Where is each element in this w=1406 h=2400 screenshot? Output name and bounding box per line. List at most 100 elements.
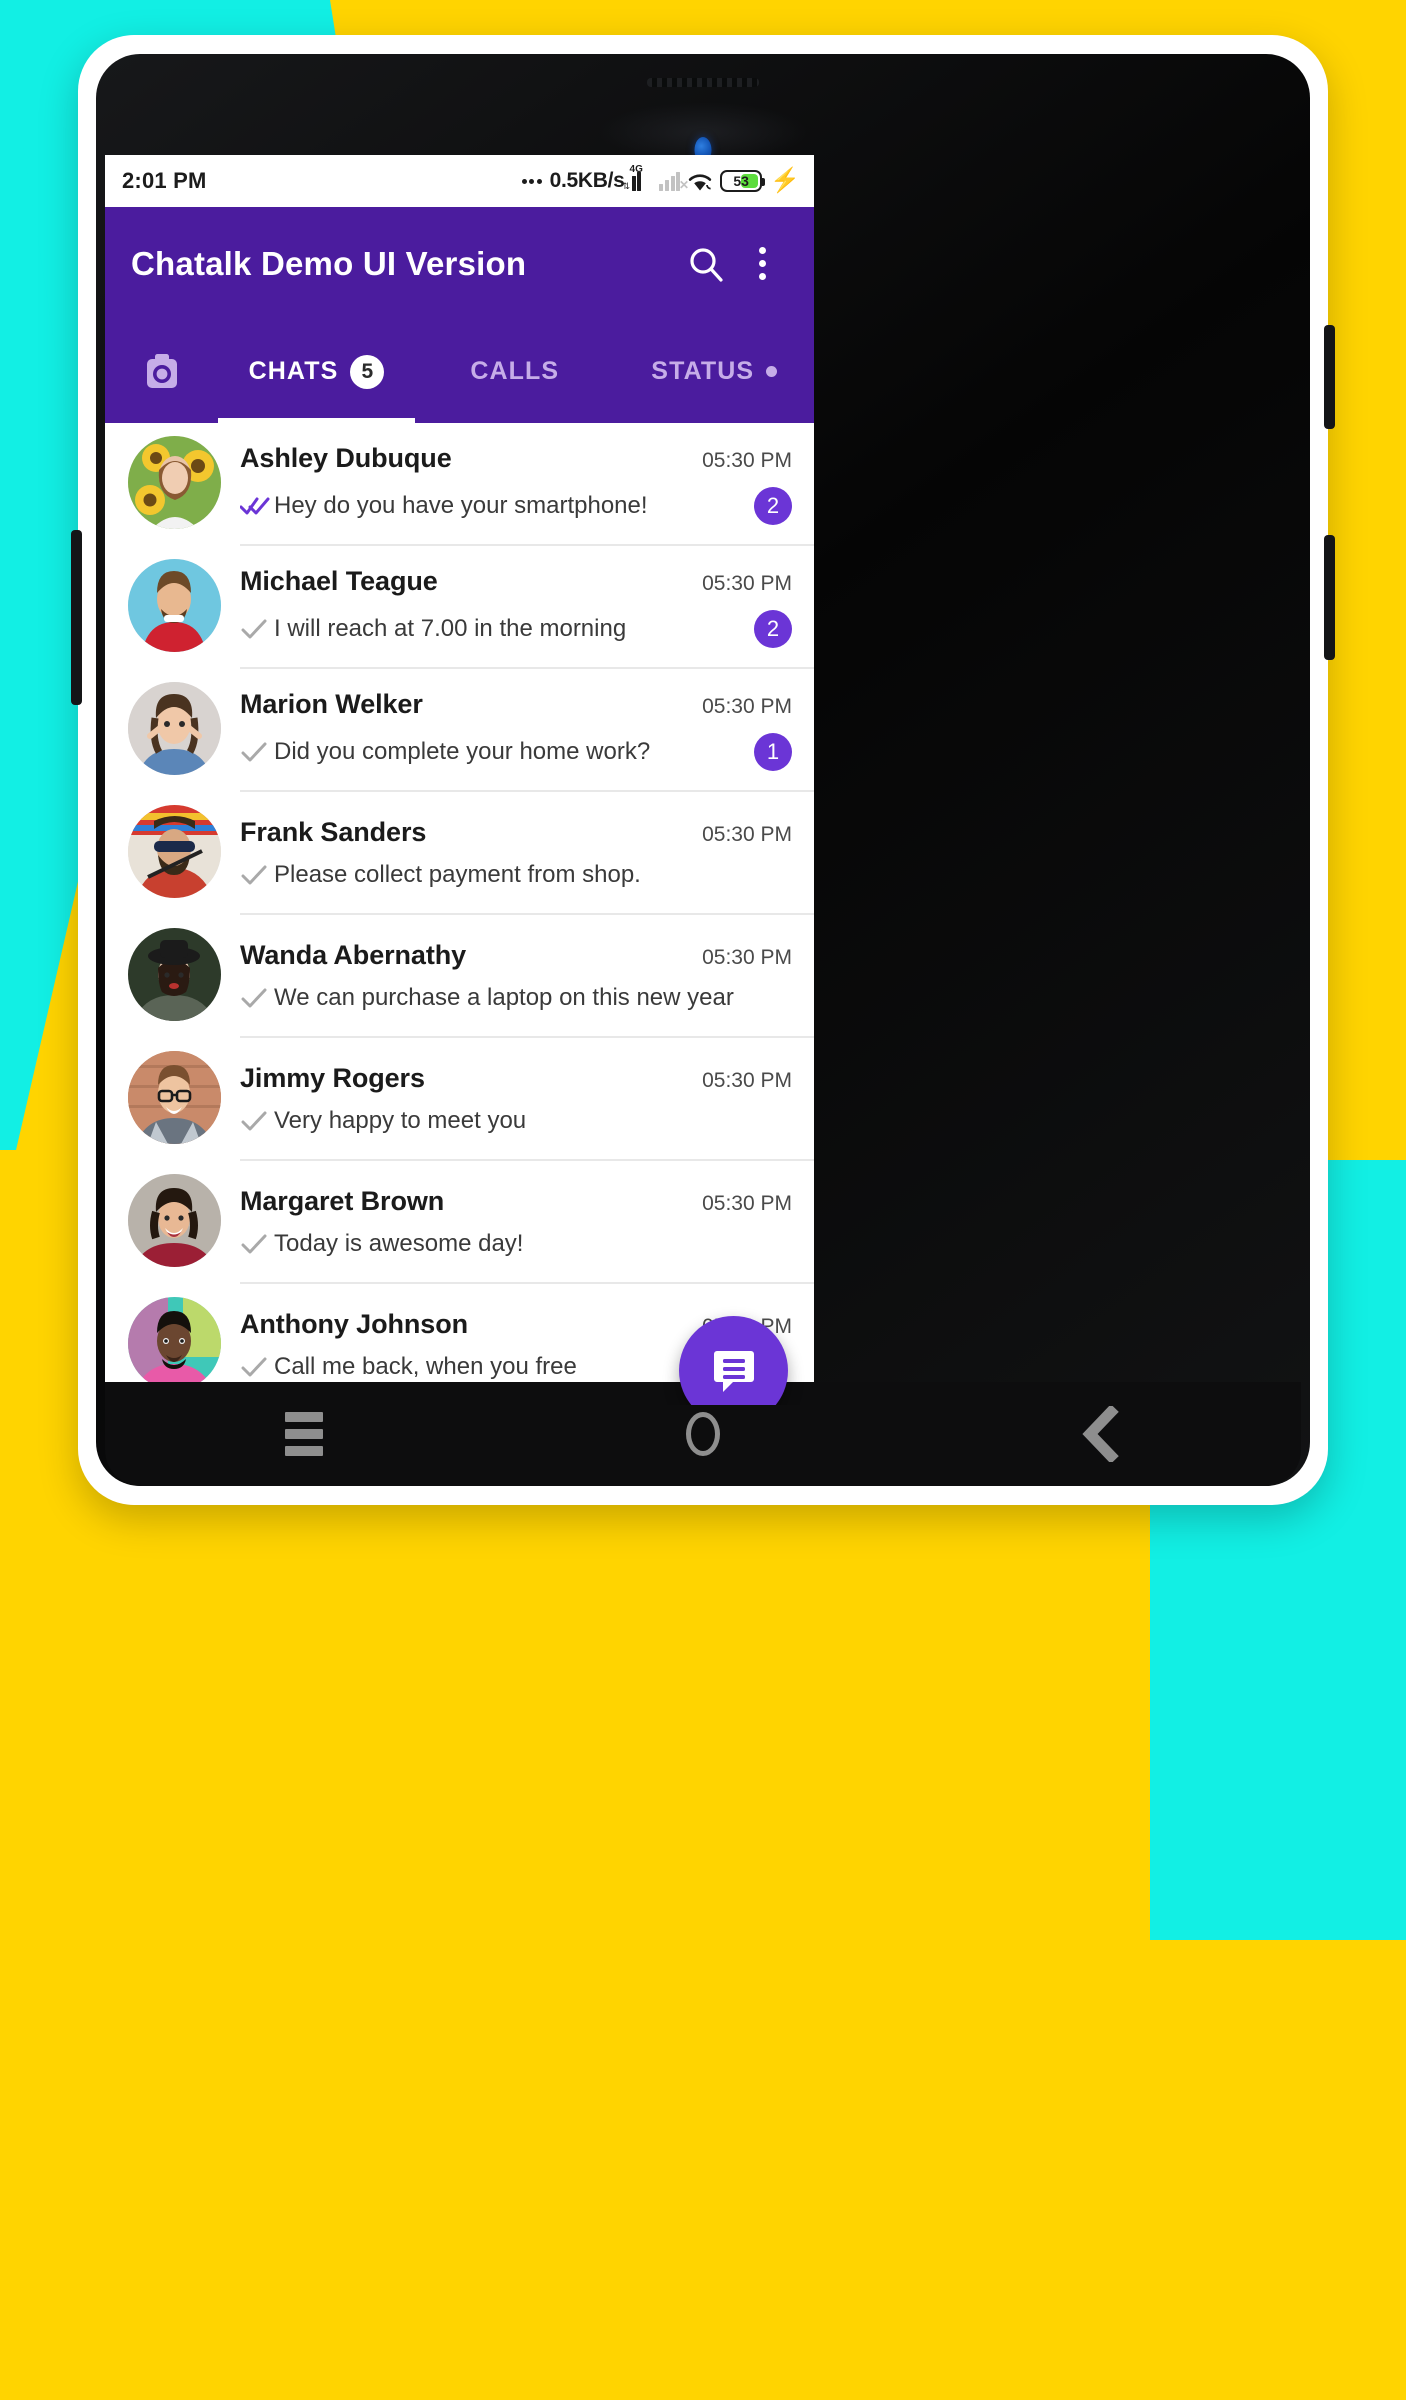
chat-name: Jimmy Rogers (240, 1062, 425, 1093)
back-button[interactable] (902, 1406, 1301, 1462)
battery-percent-label: 53 (733, 173, 749, 189)
chat-header: Wanda Abernathy 05:30 PM (240, 940, 792, 971)
single-check-sent-icon (240, 1357, 274, 1377)
single-check-sent-icon (240, 988, 274, 1008)
unread-badge: 2 (754, 609, 792, 648)
charging-bolt-icon: ⚡ (770, 167, 800, 194)
app-bar: Chatalk Demo UI Version (105, 207, 814, 320)
chat-content: Frank Sanders 05:30 PM Please collect pa… (240, 792, 814, 915)
single-check-sent-icon (240, 1111, 274, 1131)
chat-message: Hey do you have your smartphone! (274, 491, 648, 519)
chat-preview: We can purchase a laptop on this new yea… (240, 984, 792, 1012)
avatar[interactable] (128, 805, 221, 898)
chat-name: Marion Welker (240, 688, 423, 719)
chat-header: Michael Teague 05:30 PM (240, 566, 792, 597)
recents-icon (285, 1412, 324, 1456)
avatar[interactable] (128, 1051, 221, 1144)
chat-header: Jimmy Rogers 05:30 PM (240, 1063, 792, 1094)
single-check-sent-icon (240, 742, 274, 762)
tab-chats[interactable]: CHATS 5 (218, 320, 415, 423)
unread-badge: 1 (754, 732, 792, 771)
more-vert-icon[interactable] (734, 247, 790, 280)
tab-chats-badge: 5 (350, 354, 385, 389)
chat-content: Jimmy Rogers 05:30 PM Very happy to meet… (240, 1038, 814, 1161)
volume-button[interactable] (1324, 535, 1335, 660)
chat-message: We can purchase a laptop on this new yea… (274, 983, 734, 1011)
battery-icon: 53 (720, 170, 766, 192)
sim2-signal-icon: ✕ (659, 171, 689, 191)
chat-message: Today is awesome day! (274, 1229, 524, 1257)
power-button[interactable] (1324, 325, 1335, 429)
app-title: Chatalk Demo UI Version (131, 244, 527, 282)
chat-preview: Hey do you have your smartphone! 2 (240, 486, 792, 525)
recents-button[interactable] (105, 1412, 504, 1456)
table-row[interactable]: Frank Sanders 05:30 PM Please collect pa… (105, 792, 814, 915)
status-indicators: 0.5KB/s 4G ⇅ ✕ 53 ⚡ (521, 164, 800, 194)
chat-content: Marion Welker 05:30 PM Did you complete … (240, 669, 814, 792)
chat-time: 05:30 PM (702, 694, 792, 718)
table-row[interactable]: Ashley Dubuque 05:30 PM Hey do you have … (105, 423, 814, 546)
table-row[interactable]: Jimmy Rogers 05:30 PM Very happy to meet… (105, 1038, 814, 1161)
tab-chats-label: CHATS (248, 357, 339, 385)
left-side-button[interactable] (71, 530, 82, 705)
phone-screen: 2:01 PM 0.5KB/s 4G ⇅ ✕ 53 ⚡ Chatalk Demo… (105, 155, 814, 1405)
phone-mockup: 2:01 PM 0.5KB/s 4G ⇅ ✕ 53 ⚡ Chatalk Demo… (71, 35, 1335, 1505)
chat-name: Michael Teague (240, 565, 438, 596)
chat-header: Frank Sanders 05:30 PM (240, 817, 792, 848)
single-check-sent-icon (240, 865, 274, 885)
table-row[interactable]: Michael Teague 05:30 PM I will reach at … (105, 546, 814, 669)
chat-preview: I will reach at 7.00 in the morning 2 (240, 609, 792, 648)
avatar[interactable] (128, 559, 221, 652)
home-button[interactable] (504, 1412, 903, 1456)
tab-calls-label: CALLS (470, 357, 560, 385)
avatar[interactable] (128, 436, 221, 529)
chat-name: Frank Sanders (240, 816, 427, 847)
chat-preview: Please collect payment from shop. (240, 861, 792, 889)
chat-name: Margaret Brown (240, 1185, 445, 1216)
chat-time: 05:30 PM (702, 822, 792, 846)
chat-header: Margaret Brown 05:30 PM (240, 1186, 792, 1217)
avatar[interactable] (128, 1174, 221, 1267)
table-row[interactable]: Marion Welker 05:30 PM Did you complete … (105, 669, 814, 792)
wifi-icon (687, 171, 713, 191)
chat-time: 05:30 PM (702, 945, 792, 969)
tab-calls[interactable]: CALLS (415, 320, 615, 423)
chat-time: 05:30 PM (702, 448, 792, 472)
single-check-sent-icon (240, 619, 274, 639)
chat-time: 05:30 PM (702, 571, 792, 595)
chat-content: Margaret Brown 05:30 PM Today is awesome… (240, 1161, 814, 1284)
chat-content: Michael Teague 05:30 PM I will reach at … (240, 546, 814, 669)
chat-time: 05:30 PM (702, 1068, 792, 1092)
network-speed-label: 0.5KB/s (549, 169, 625, 192)
tab-status[interactable]: STATUS (615, 320, 815, 423)
table-row[interactable]: Margaret Brown 05:30 PM Today is awesome… (105, 1161, 814, 1284)
chat-list[interactable]: Ashley Dubuque 05:30 PM Hey do you have … (105, 423, 814, 1405)
chat-preview: Did you complete your home work? 1 (240, 732, 792, 771)
chat-content: Ashley Dubuque 05:30 PM Hey do you have … (240, 423, 814, 546)
home-icon (686, 1412, 720, 1456)
chat-name: Anthony Johnson (240, 1308, 468, 1339)
sim1-data-arrows-icon: ⇅ (622, 181, 631, 191)
search-icon[interactable] (678, 245, 734, 283)
chat-name: Ashley Dubuque (240, 442, 452, 473)
status-unseen-dot-icon (766, 366, 778, 377)
chat-header: Marion Welker 05:30 PM (240, 689, 792, 720)
chat-header: Ashley Dubuque 05:30 PM (240, 443, 792, 474)
earpiece-speaker-icon (647, 78, 759, 87)
table-row[interactable]: Wanda Abernathy 05:30 PM We can purchase… (105, 915, 814, 1038)
chat-message: I will reach at 7.00 in the morning (274, 614, 627, 642)
status-clock: 2:01 PM (122, 168, 207, 193)
new-chat-icon (713, 1350, 754, 1392)
avatar[interactable] (128, 1297, 221, 1390)
tab-camera[interactable] (105, 320, 218, 423)
chat-name: Wanda Abernathy (240, 939, 467, 970)
sim1-network-type-label: 4G (629, 164, 643, 175)
camera-icon (146, 353, 177, 388)
avatar[interactable] (128, 682, 221, 775)
chat-content: Wanda Abernathy 05:30 PM We can purchase… (240, 915, 814, 1038)
avatar[interactable] (128, 928, 221, 1021)
chat-preview: Very happy to meet you (240, 1107, 792, 1135)
status-bar: 2:01 PM 0.5KB/s 4G ⇅ ✕ 53 ⚡ (105, 155, 814, 207)
chat-message: Did you complete your home work? (274, 737, 651, 765)
sim1-signal-icon: 4G ⇅ (623, 164, 653, 191)
